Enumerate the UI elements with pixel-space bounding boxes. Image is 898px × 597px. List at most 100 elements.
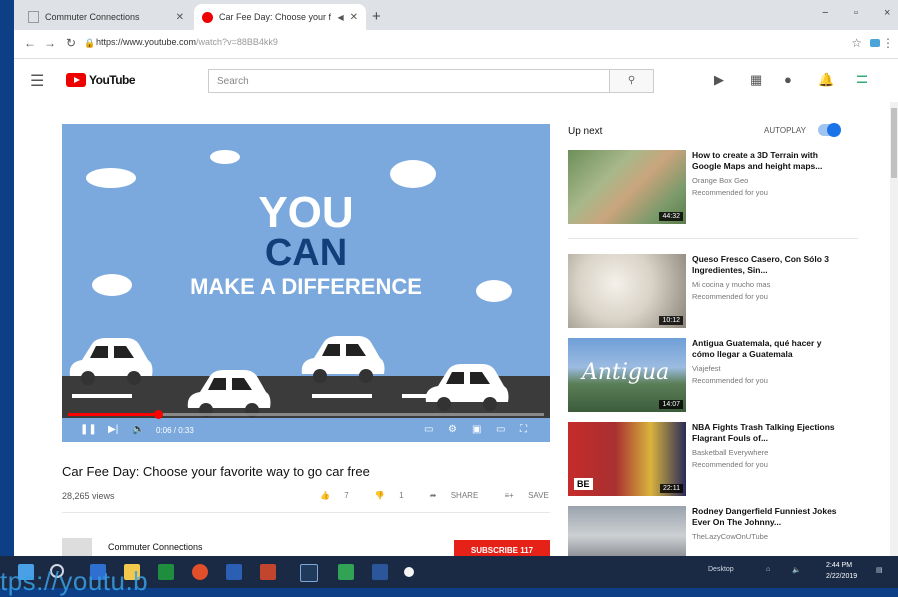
tab-commuter-connections[interactable]: Commuter Connections ✕ <box>20 4 192 30</box>
cloud-shape <box>86 168 136 188</box>
powerpoint-icon[interactable] <box>260 564 276 580</box>
url-host: https://www.youtube.com <box>96 37 197 47</box>
scrollbar-thumb[interactable] <box>891 108 897 178</box>
desktop-toolbar-label[interactable]: Desktop <box>708 566 734 573</box>
word-icon[interactable] <box>372 564 388 580</box>
notifications-icon[interactable]: ▤ <box>876 566 883 574</box>
search-button[interactable]: ⚲ <box>610 69 654 93</box>
subtitles-icon[interactable]: ▭ <box>424 424 433 435</box>
recommendation-item[interactable]: 44:32 How to create a 3D Terrain with Go… <box>568 150 858 230</box>
recommendation-item[interactable]: BE 22:11 NBA Fights Trash Talking Ejecti… <box>568 422 858 502</box>
recommendation-item[interactable]: Rodney Dangerfield Funniest Jokes Ever O… <box>568 506 858 556</box>
theater-mode-icon[interactable]: ▭ <box>496 424 505 435</box>
video-thumbnail[interactable]: BE 22:11 <box>568 422 686 496</box>
address-bar[interactable]: https://www.youtube.com/watch?v=88BB4kk9 <box>96 37 278 47</box>
cloud-shape <box>390 160 436 188</box>
recommendation-meta: Recommended for you <box>692 292 768 301</box>
subscribe-button[interactable]: SUBSCRIBE 117 <box>454 540 550 556</box>
dislike-button[interactable]: 👎 1 <box>375 491 416 500</box>
recommendation-meta: Recommended for you <box>692 376 768 385</box>
back-icon[interactable]: ← <box>24 36 36 50</box>
share-icon: ➦ <box>429 491 437 500</box>
video-title: Car Fee Day: Choose your favorite way to… <box>62 464 370 479</box>
browser-window: Commuter Connections ✕ Car Fee Day: Choo… <box>14 0 898 556</box>
publisher-icon[interactable] <box>338 564 354 580</box>
bookmark-star-icon[interactable]: ☆ <box>851 36 862 50</box>
thumbnail-text: BE <box>574 478 593 490</box>
video-actions: 👍 7 👎 1 ➦ SHARE ≡+ SAVE ··· <box>320 491 595 500</box>
road-marking <box>312 394 372 398</box>
thumbs-up-icon: 👍 <box>320 491 330 500</box>
lock-icon: 🔒 <box>84 38 96 48</box>
up-next-heading: Up next <box>568 126 603 137</box>
recommendation-channel: Viajefest <box>692 364 721 373</box>
recommendation-title[interactable]: NBA Fights Trash Talking Ejections Flagr… <box>692 422 842 444</box>
fullscreen-icon[interactable]: ⛶ <box>520 424 527 435</box>
search-input[interactable]: Search <box>208 69 610 93</box>
notifications-bell-icon[interactable]: 🔔 <box>818 72 834 88</box>
messages-icon[interactable]: ● <box>784 72 792 87</box>
browser-toolbar: ← → ↻ 🔒 https://www.youtube.com/watch?v=… <box>14 30 898 59</box>
divider <box>568 238 858 239</box>
page-scrollbar[interactable] <box>890 102 898 556</box>
pause-icon[interactable]: ❚❚ <box>80 424 97 435</box>
volume-tray-icon[interactable]: 🔈 <box>792 566 801 574</box>
excel-icon[interactable] <box>158 564 174 580</box>
settings-gear-icon[interactable]: ⚙ <box>448 424 457 435</box>
video-thumbnail[interactable]: 44:32 <box>568 150 686 224</box>
forward-icon[interactable]: → <box>44 36 56 50</box>
recommendation-title[interactable]: Rodney Dangerfield Funniest Jokes Ever O… <box>692 506 842 528</box>
channel-avatar[interactable] <box>62 538 92 556</box>
search-icon: ⚲ <box>627 75 636 86</box>
divider <box>62 512 550 513</box>
channel-name[interactable]: Commuter Connections <box>108 542 203 552</box>
apps-grid-icon[interactable]: ▦ <box>750 72 762 88</box>
volume-icon[interactable]: 🔈 <box>132 424 144 435</box>
new-tab-button[interactable]: + <box>372 8 381 25</box>
recommendation-item[interactable]: Antigua 14:07 Antigua Guatemala, qué hac… <box>568 338 858 418</box>
recommendation-item[interactable]: 10:12 Queso Fresco Casero, Con Sólo 3 In… <box>568 254 858 334</box>
close-tab-icon[interactable]: ✕ <box>350 12 358 23</box>
video-player[interactable]: YOU CAN MAKE A DIFFERENCE ❚❚ ▶| 🔈 0:06 /… <box>62 124 550 442</box>
like-button[interactable]: 👍 7 <box>320 491 361 500</box>
audio-icon[interactable]: ◀ <box>337 13 343 22</box>
url-watermark-text: tps://youtu.b <box>0 566 149 596</box>
duration-badge: 14:07 <box>659 400 683 409</box>
recommendation-meta: Recommended for you <box>692 460 768 469</box>
next-icon[interactable]: ▶| <box>108 424 118 435</box>
maximize-button[interactable]: ▫ <box>854 7 858 19</box>
extension-icon[interactable] <box>870 39 880 47</box>
miniplayer-icon[interactable]: ▣ <box>472 424 481 435</box>
close-tab-icon[interactable]: ✕ <box>176 12 184 23</box>
scrubber-handle[interactable] <box>154 410 163 419</box>
url-path: /watch?v=88BB4kk9 <box>196 37 278 47</box>
app-dot-icon[interactable] <box>404 567 414 577</box>
system-clock[interactable]: 2:44 PM 2/22/2019 <box>826 560 857 582</box>
recommendation-channel: Basketball Everywhere <box>692 448 769 457</box>
video-thumbnail[interactable]: Antigua 14:07 <box>568 338 686 412</box>
share-label: SHARE <box>450 491 479 500</box>
chrome-icon[interactable] <box>192 564 208 580</box>
recommendation-title[interactable]: How to create a 3D Terrain with Google M… <box>692 150 842 172</box>
duration-badge: 22:11 <box>660 484 683 493</box>
minimize-button[interactable]: − <box>822 7 828 19</box>
video-thumbnail[interactable]: 10:12 <box>568 254 686 328</box>
hamburger-menu-icon[interactable]: ☰ <box>30 71 44 91</box>
outlook-icon[interactable] <box>226 564 242 580</box>
video-thumbnail[interactable] <box>568 506 686 556</box>
recommendation-title[interactable]: Queso Fresco Casero, Con Sólo 3 Ingredie… <box>692 254 842 276</box>
app-icon[interactable] <box>300 564 318 582</box>
save-button[interactable]: ≡+ SAVE <box>505 491 561 500</box>
clock-date: 2/22/2019 <box>826 573 858 580</box>
share-button[interactable]: ➦ SHARE <box>430 491 491 500</box>
autoplay-toggle[interactable] <box>818 123 841 137</box>
account-avatar[interactable]: ▬▬ ▬▬ <box>852 73 872 89</box>
reload-icon[interactable]: ↻ <box>66 36 76 50</box>
upload-video-icon[interactable]: ▶ <box>714 72 724 88</box>
recommendation-title[interactable]: Antigua Guatemala, qué hacer y cómo lleg… <box>692 338 842 360</box>
browser-menu-icon[interactable]: ⋮ <box>882 36 894 50</box>
tab-youtube-video[interactable]: Car Fee Day: Choose your fa... ◀ ✕ <box>194 4 366 30</box>
close-window-button[interactable]: × <box>884 7 890 19</box>
youtube-logo[interactable]: YouTube <box>66 73 136 87</box>
network-icon[interactable]: ⌂ <box>766 566 770 573</box>
